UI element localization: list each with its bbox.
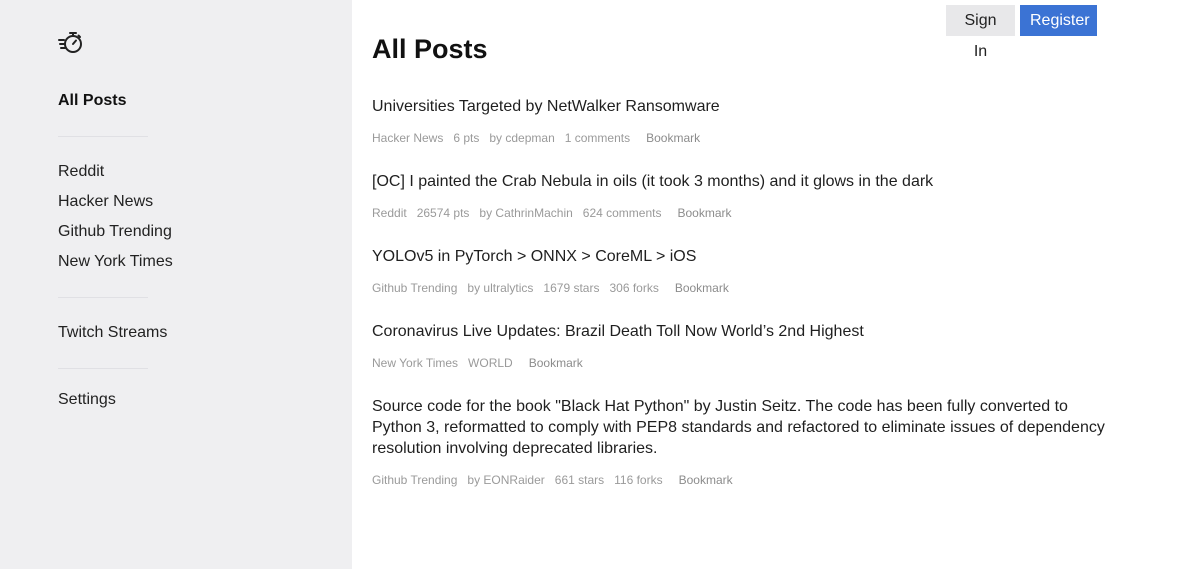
sidebar-item-reddit[interactable]: Reddit bbox=[58, 163, 104, 181]
post-section: WORLD bbox=[468, 356, 513, 370]
bookmark-button[interactable]: Bookmark bbox=[646, 130, 700, 146]
post-title-link[interactable]: [OC] I painted the Crab Nebula in oils (… bbox=[372, 171, 1122, 192]
post-item: Source code for the book "Black Hat Pyth… bbox=[372, 396, 1122, 488]
sidebar-item-new-york-times[interactable]: New York Times bbox=[58, 253, 173, 271]
sidebar-divider bbox=[58, 368, 148, 369]
post-title-link[interactable]: YOLOv5 in PyTorch > ONNX > CoreML > iOS bbox=[372, 246, 1122, 267]
post-source: Hacker News bbox=[372, 131, 444, 145]
post-meta: Github Trending by ultralytics 1679 star… bbox=[372, 280, 1122, 296]
post-item: Universities Targeted by NetWalker Ranso… bbox=[372, 96, 1122, 146]
post-title-link[interactable]: Source code for the book "Black Hat Pyth… bbox=[372, 396, 1122, 459]
bookmark-button[interactable]: Bookmark bbox=[677, 205, 731, 221]
post-points: 26574 pts bbox=[416, 206, 470, 220]
post-forks: 116 forks bbox=[614, 473, 663, 487]
post-stars: 661 stars bbox=[554, 473, 605, 487]
post-author: by cdepman bbox=[489, 131, 555, 145]
register-button[interactable]: Register bbox=[1020, 5, 1097, 36]
post-author: by CathrinMachin bbox=[479, 206, 573, 220]
post-item: YOLOv5 in PyTorch > ONNX > CoreML > iOS … bbox=[372, 246, 1122, 296]
post-comments[interactable]: 1 comments bbox=[565, 130, 630, 146]
sidebar-divider bbox=[58, 136, 148, 137]
stopwatch-fast-icon[interactable] bbox=[58, 30, 84, 56]
sidebar: All Posts Reddit Hacker News Github Tren… bbox=[0, 0, 352, 569]
sidebar-item-all-posts[interactable]: All Posts bbox=[58, 92, 126, 110]
bookmark-button[interactable]: Bookmark bbox=[529, 355, 583, 371]
post-meta: Hacker News 6 pts by cdepman 1 comments … bbox=[372, 130, 1122, 146]
post-author: by EONRaider bbox=[467, 473, 545, 487]
bookmark-button[interactable]: Bookmark bbox=[675, 280, 729, 296]
post-source: Github Trending bbox=[372, 473, 458, 487]
post-list: Universities Targeted by NetWalker Ranso… bbox=[372, 96, 1122, 513]
post-meta: Reddit 26574 pts by CathrinMachin 624 co… bbox=[372, 205, 1122, 221]
post-comments[interactable]: 624 comments bbox=[583, 205, 662, 221]
sidebar-item-hacker-news[interactable]: Hacker News bbox=[58, 193, 153, 211]
sidebar-item-twitch-streams[interactable]: Twitch Streams bbox=[58, 324, 167, 342]
post-title-link[interactable]: Coronavirus Live Updates: Brazil Death T… bbox=[372, 321, 1122, 342]
post-item: [OC] I painted the Crab Nebula in oils (… bbox=[372, 171, 1122, 221]
bookmark-button[interactable]: Bookmark bbox=[679, 472, 733, 488]
sidebar-item-settings[interactable]: Settings bbox=[58, 391, 116, 409]
post-source: Reddit bbox=[372, 206, 407, 220]
post-meta: New York Times WORLD Bookmark bbox=[372, 355, 1122, 371]
post-points: 6 pts bbox=[453, 131, 480, 145]
page-title: All Posts bbox=[372, 34, 488, 64]
sidebar-divider bbox=[58, 297, 148, 298]
post-source: New York Times bbox=[372, 356, 459, 370]
sidebar-item-github-trending[interactable]: Github Trending bbox=[58, 223, 172, 241]
post-forks: 306 forks bbox=[609, 281, 659, 295]
post-title-link[interactable]: Universities Targeted by NetWalker Ranso… bbox=[372, 96, 1122, 117]
post-author: by ultralytics bbox=[467, 281, 534, 295]
post-meta: Github Trending by EONRaider 661 stars 1… bbox=[372, 472, 1122, 488]
sign-in-button[interactable]: Sign In bbox=[946, 5, 1015, 60]
post-item: Coronavirus Live Updates: Brazil Death T… bbox=[372, 321, 1122, 371]
post-stars: 1679 stars bbox=[543, 281, 600, 295]
post-source: Github Trending bbox=[372, 281, 458, 295]
